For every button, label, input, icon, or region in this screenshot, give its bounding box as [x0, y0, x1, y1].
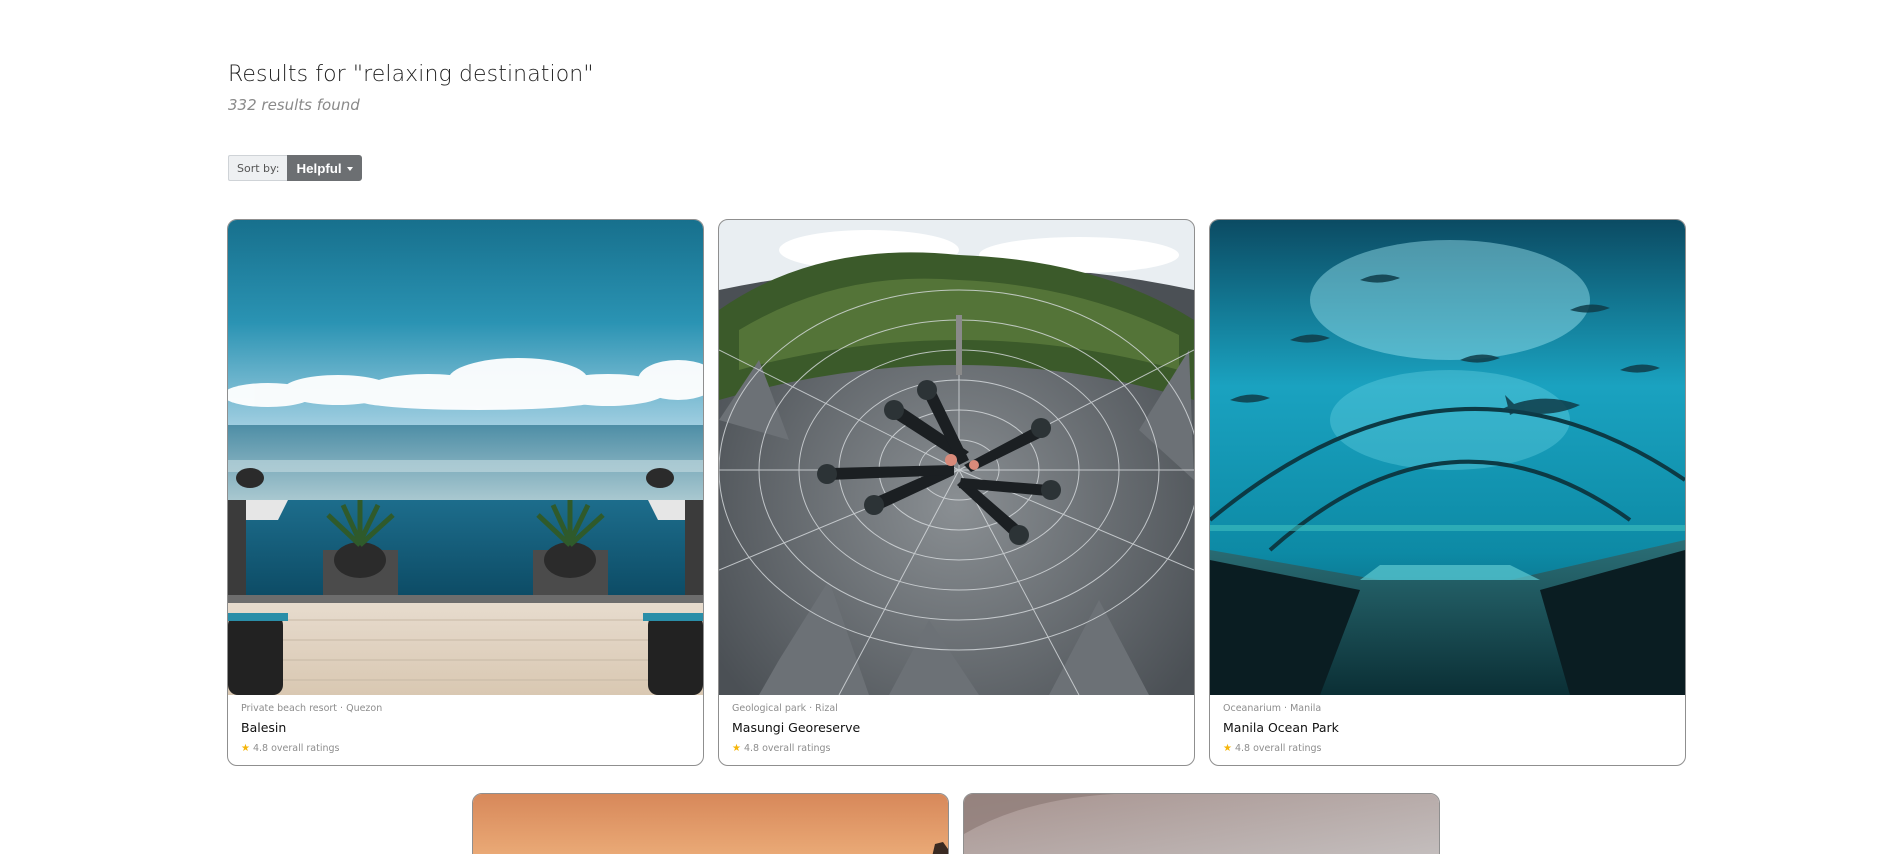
card-title[interactable]: Balesin	[241, 720, 690, 735]
card-category: Geological park · Rizal	[732, 703, 838, 714]
results-count: 332 results found	[228, 96, 360, 114]
rating-text: 4.8 overall ratings	[252, 743, 340, 754]
results-page: Results for "relaxing destination" 332 r…	[0, 0, 1900, 854]
card-body: Private beach resort · Quezon Balesin ★ …	[241, 703, 690, 754]
card-title[interactable]: Masungi Georeserve	[732, 720, 1181, 735]
result-card-masungi-georeserve[interactable]: Geological park · Rizal Masungi Georeser…	[718, 219, 1195, 766]
sort-dropdown-button[interactable]: Helpful	[287, 155, 362, 181]
card-rating: ★ 4.8 overall ratings	[732, 743, 1181, 754]
result-image-manila-ocean-park	[1210, 220, 1685, 695]
sort-selected-value: Helpful	[296, 160, 342, 176]
result-card-sunset[interactable]	[472, 793, 949, 854]
results-title: Results for "relaxing destination"	[228, 62, 594, 87]
sort-label: Sort by:	[228, 155, 288, 181]
result-image-balesin	[228, 220, 703, 695]
card-rating: ★ 4.8 overall ratings	[1223, 743, 1672, 754]
result-image-sunset	[473, 794, 948, 854]
result-image-hazy-sky	[964, 794, 1439, 854]
card-title[interactable]: Manila Ocean Park	[1223, 720, 1672, 735]
result-card-manila-ocean-park[interactable]: Oceanarium · Manila Manila Ocean Park ★ …	[1209, 219, 1686, 766]
rating-text: 4.8 overall ratings	[1234, 743, 1322, 754]
star-icon: ★	[241, 742, 250, 754]
card-rating: ★ 4.8 overall ratings	[241, 743, 690, 754]
sort-control: Sort by: Helpful	[228, 155, 362, 181]
star-icon: ★	[1223, 742, 1232, 754]
rating-text: 4.8 overall ratings	[743, 743, 831, 754]
result-card-balesin[interactable]: Private beach resort · Quezon Balesin ★ …	[227, 219, 704, 766]
card-category: Oceanarium · Manila	[1223, 703, 1322, 714]
card-body: Oceanarium · Manila Manila Ocean Park ★ …	[1223, 703, 1672, 754]
result-card-hazy-sky[interactable]	[963, 793, 1440, 854]
star-icon: ★	[732, 742, 741, 754]
card-body: Geological park · Rizal Masungi Georeser…	[732, 703, 1181, 754]
caret-down-icon	[346, 166, 353, 171]
result-image-masungi-georeserve	[719, 220, 1194, 695]
card-category: Private beach resort · Quezon	[241, 703, 383, 714]
